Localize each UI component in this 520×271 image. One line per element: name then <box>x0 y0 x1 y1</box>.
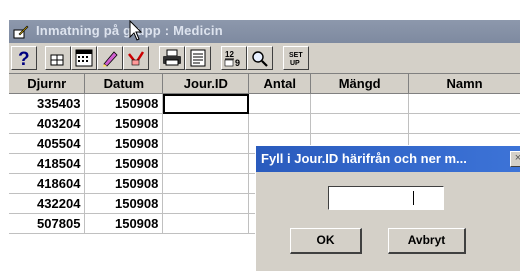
text-caret <box>413 191 414 205</box>
cancel-button[interactable]: Avbryt <box>388 228 466 254</box>
cell-datum[interactable]: 150908 <box>84 133 164 154</box>
ok-button[interactable]: OK <box>290 228 362 254</box>
cell-namn[interactable] <box>408 113 520 134</box>
title-bar[interactable]: Inmatning på grupp : Medicin <box>9 20 520 43</box>
cell-datum[interactable]: 150908 <box>84 153 164 174</box>
cell-jour-id[interactable] <box>162 113 250 134</box>
svg-text:?: ? <box>18 49 30 67</box>
pencil-button[interactable] <box>97 46 123 70</box>
cell-jour-id[interactable] <box>162 213 250 234</box>
setup-button[interactable]: SET UP <box>283 46 309 70</box>
header-row: Djurnr Datum Jour.ID Antal Mängd Namn <box>9 74 520 94</box>
settings-icon: SET UP <box>289 52 303 67</box>
print-button[interactable] <box>159 46 185 70</box>
help-icon: ? <box>18 49 30 67</box>
eraser-icon <box>128 51 145 66</box>
cell-datum[interactable]: 150908 <box>84 193 164 214</box>
mouse-cursor-icon <box>129 20 143 41</box>
eraser-button[interactable] <box>123 46 149 70</box>
cell-djurnr[interactable]: 403204 <box>9 113 86 134</box>
cell-jour-id[interactable] <box>162 133 250 154</box>
cell-namn[interactable] <box>408 93 520 114</box>
table-row[interactable]: 403204 150908 <box>9 113 520 134</box>
app-icon <box>13 25 29 39</box>
pencil-icon <box>103 51 118 67</box>
calc-button[interactable]: 12 9 <box>221 46 247 70</box>
column-header-datum[interactable]: Datum <box>84 74 164 94</box>
magnify-icon <box>252 51 268 67</box>
layout-icon <box>50 54 64 66</box>
cell-antal[interactable] <box>248 113 312 134</box>
list-button[interactable] <box>185 46 211 70</box>
calendar-icon <box>75 49 93 67</box>
svg-text:9: 9 <box>235 58 240 67</box>
cell-jour-id[interactable] <box>162 173 250 194</box>
cell-mangd[interactable] <box>310 93 410 114</box>
toolbar: ? 12 9 SET UP <box>9 43 520 74</box>
cell-djurnr[interactable]: 432204 <box>9 193 86 214</box>
cell-djurnr[interactable]: 418504 <box>9 153 86 174</box>
column-header-jour-id[interactable]: Jour.ID <box>162 74 250 94</box>
cell-djurnr[interactable]: 507805 <box>9 213 86 234</box>
jour-id-input[interactable] <box>328 186 444 210</box>
cell-djurnr[interactable]: 335403 <box>9 93 86 114</box>
dialog-close-button[interactable]: × <box>510 151 520 167</box>
table-row[interactable]: 335403 150908 <box>9 93 520 114</box>
cell-djurnr[interactable]: 405504 <box>9 133 86 154</box>
list-icon <box>190 49 206 67</box>
printer-icon <box>163 49 181 66</box>
search-button[interactable] <box>247 46 273 70</box>
layout-button[interactable] <box>45 46 71 70</box>
calendar-button[interactable] <box>71 46 97 70</box>
cell-jour-id-selected[interactable] <box>162 93 250 114</box>
dialog-title-bar[interactable]: Fyll i Jour.ID härifrån och ner m... × <box>256 146 520 172</box>
cell-jour-id[interactable] <box>162 193 250 214</box>
help-button[interactable]: ? <box>11 46 37 70</box>
svg-text:SET: SET <box>289 52 303 59</box>
cell-datum[interactable]: 150908 <box>84 213 164 234</box>
column-header-antal[interactable]: Antal <box>248 74 312 94</box>
calc-icon: 12 9 <box>224 50 240 67</box>
dialog-title: Fyll i Jour.ID härifrån och ner m... <box>261 151 467 166</box>
cell-djurnr[interactable]: 418604 <box>9 173 86 194</box>
cell-datum[interactable]: 150908 <box>84 113 164 134</box>
cell-mangd[interactable] <box>310 113 410 134</box>
column-header-mangd[interactable]: Mängd <box>310 74 410 94</box>
cell-jour-id[interactable] <box>162 153 250 174</box>
cell-antal[interactable] <box>248 93 312 114</box>
cell-datum[interactable]: 150908 <box>84 173 164 194</box>
fill-jour-id-dialog: Fyll i Jour.ID härifrån och ner m... × O… <box>255 145 520 271</box>
cell-datum[interactable]: 150908 <box>84 93 164 114</box>
column-header-namn[interactable]: Namn <box>408 74 520 94</box>
svg-text:UP: UP <box>290 60 300 67</box>
column-header-djurnr[interactable]: Djurnr <box>9 74 86 94</box>
svg-text:12: 12 <box>225 50 234 59</box>
